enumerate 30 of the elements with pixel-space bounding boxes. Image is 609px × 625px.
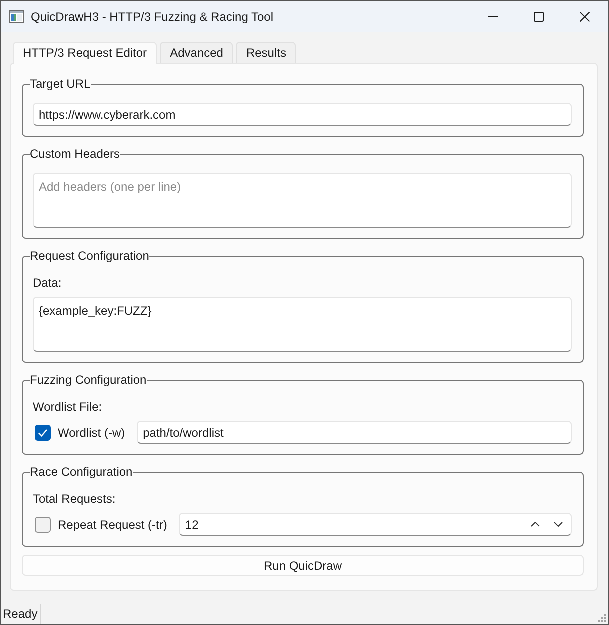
maximize-icon[interactable] — [534, 12, 544, 22]
tab[interactable]: Results — [236, 42, 296, 63]
tab[interactable]: Advanced — [160, 42, 234, 63]
text-area[interactable]: {example_key:FUZZ} — [33, 297, 572, 352]
window-icon — [9, 10, 24, 23]
text-field[interactable]: path/to/wordlist — [137, 421, 572, 444]
group-title: Request Configuration — [30, 248, 150, 264]
chevron-down-icon[interactable] — [554, 522, 563, 527]
checkbox[interactable] — [35, 424, 51, 440]
text-area[interactable]: Add headers (one per line) — [33, 173, 572, 228]
field-label: Data: — [33, 275, 62, 291]
run-button[interactable]: Run QuicDraw — [22, 555, 584, 576]
tab[interactable]: HTTP/3 Request Editor — [13, 42, 158, 64]
field-label: Wordlist File: — [33, 399, 102, 415]
status-text: Ready — [2, 606, 39, 622]
checkmark-icon — [38, 428, 48, 436]
checkbox-label: Repeat Request (-tr) — [58, 516, 168, 532]
size-grip-icon[interactable] — [597, 613, 606, 622]
chevron-up-icon[interactable] — [531, 522, 540, 527]
checkbox[interactable] — [35, 516, 51, 532]
text-field[interactable]: https://www.cyberark.com — [33, 103, 572, 126]
checkbox-label: Wordlist (-w) — [58, 424, 126, 440]
group-title: Race Configuration — [30, 464, 133, 480]
spin-box[interactable]: 12 — [179, 513, 572, 536]
group-title: Custom Headers — [30, 146, 120, 162]
group-title: Fuzzing Configuration — [30, 372, 147, 388]
close-icon[interactable] — [580, 12, 590, 22]
window-title: QuicDrawH3 - HTTP/3 Fuzzing & Racing Tool — [31, 8, 274, 24]
group-title: Target URL — [30, 76, 91, 92]
field-label: Total Requests: — [33, 491, 116, 507]
